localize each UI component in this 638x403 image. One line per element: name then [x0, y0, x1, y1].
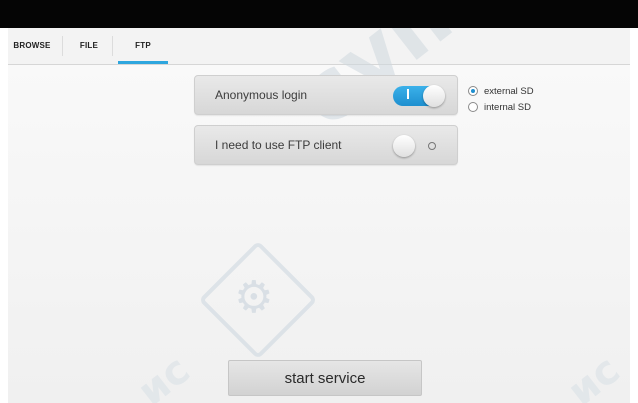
radio-label: internal SD	[484, 102, 531, 113]
ftp-client-label: I need to use FTP client	[215, 138, 342, 152]
watermark-text-small: ис	[129, 346, 199, 403]
toggle-off-indicator	[428, 142, 436, 150]
tab-file[interactable]: FILE	[72, 28, 106, 64]
toggle-knob	[393, 135, 415, 157]
tab-divider	[112, 36, 113, 56]
tab-divider	[62, 36, 63, 56]
radio-checked-icon	[468, 86, 478, 96]
status-bar	[0, 0, 638, 28]
watermark-logo	[198, 240, 318, 360]
app-window: BROWSE FILE FTP cyпераис ⚙ ис ис Anonymo…	[0, 0, 638, 403]
tab-bar: BROWSE FILE FTP	[8, 28, 630, 65]
watermark-text-small: ис	[559, 346, 629, 403]
toggle-on-indicator	[407, 89, 409, 99]
radio-label: external SD	[484, 86, 534, 97]
anonymous-login-toggle[interactable]	[393, 85, 445, 107]
ftp-client-toggle[interactable]	[393, 135, 445, 157]
anonymous-login-row: Anonymous login	[194, 75, 458, 115]
ftp-client-row: I need to use FTP client	[194, 125, 458, 165]
ftp-screen: BROWSE FILE FTP cyпераис ⚙ ис ис Anonymo…	[8, 28, 630, 403]
anonymous-login-label: Anonymous login	[215, 88, 308, 102]
radio-unchecked-icon	[468, 102, 478, 112]
tab-browse[interactable]: BROWSE	[8, 28, 56, 64]
tab-ftp[interactable]: FTP	[118, 28, 168, 64]
start-service-button[interactable]: start service	[228, 360, 422, 396]
toggle-knob	[423, 85, 445, 107]
